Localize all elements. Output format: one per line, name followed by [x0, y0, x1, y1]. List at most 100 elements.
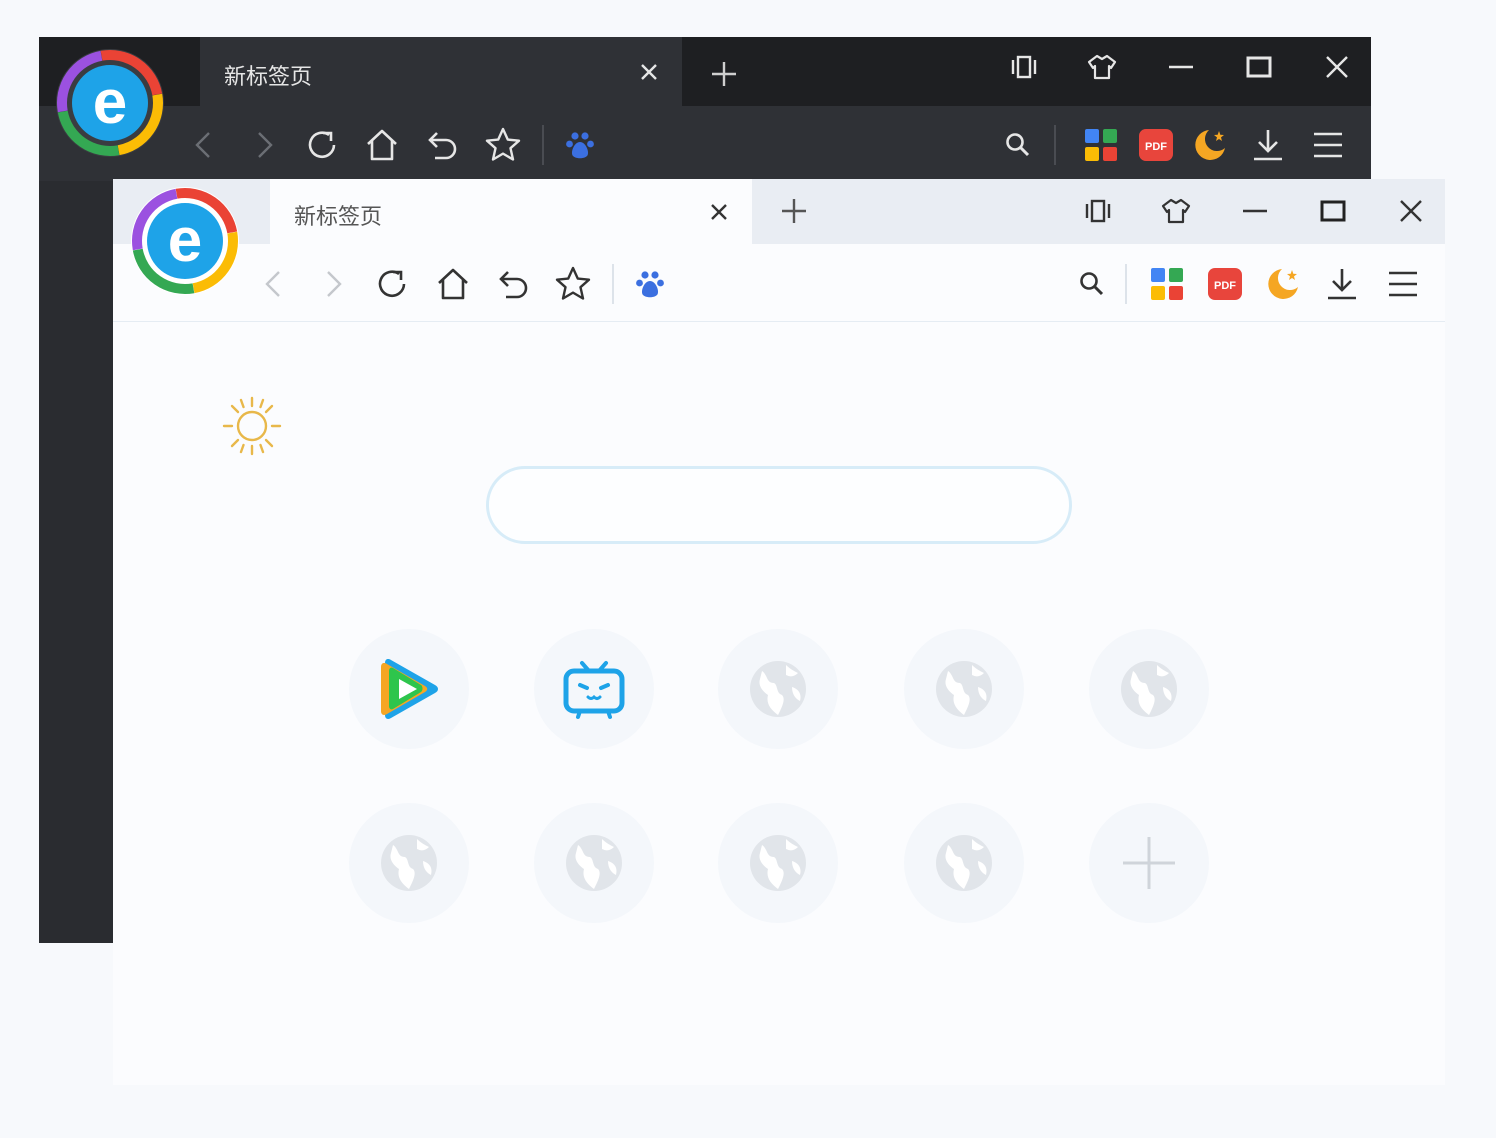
forward-icon	[327, 271, 342, 297]
bookmark-button[interactable]	[553, 264, 593, 304]
tile-site[interactable]	[904, 629, 1024, 749]
download-icon	[1328, 269, 1356, 300]
search-button[interactable]	[998, 125, 1038, 165]
night-mode-icon	[1268, 269, 1298, 299]
weather-widget[interactable]	[220, 394, 284, 458]
menu-icon	[1314, 132, 1342, 158]
refresh-button[interactable]	[302, 125, 342, 165]
tile-site[interactable]	[534, 803, 654, 923]
tile-site[interactable]	[349, 803, 469, 923]
svg-text:PDF: PDF	[1145, 141, 1167, 153]
back-button[interactable]	[254, 264, 294, 304]
undo-button[interactable]	[494, 264, 534, 304]
globe-icon	[936, 661, 992, 717]
home-button[interactable]	[362, 125, 402, 165]
menu-button[interactable]	[1308, 125, 1348, 165]
globe-icon	[566, 835, 622, 891]
baidu-button[interactable]	[630, 264, 670, 304]
tab-title: 新标签页	[224, 64, 313, 89]
fullscreen-icon[interactable]	[1008, 51, 1040, 83]
toolbar-divider	[542, 125, 544, 165]
download-icon	[1254, 130, 1282, 161]
baidu-paw-icon	[566, 132, 594, 159]
back-icon	[195, 132, 210, 158]
tile-site[interactable]	[718, 803, 838, 923]
globe-icon	[750, 835, 806, 891]
baidu-paw-icon	[636, 271, 664, 298]
sun-icon	[222, 396, 282, 456]
tencent-video-icon	[381, 659, 438, 719]
night-mode-button[interactable]	[1190, 125, 1230, 165]
toolbar-divider	[1054, 125, 1056, 165]
star-icon	[555, 266, 591, 300]
pdf-button[interactable]: PDF	[1205, 264, 1245, 304]
browser-logo[interactable]: e	[131, 187, 239, 295]
minimize-icon[interactable]	[1165, 51, 1197, 83]
globe-icon	[1121, 661, 1177, 717]
globe-icon	[750, 661, 806, 717]
refresh-button[interactable]	[372, 264, 412, 304]
tile-bilibili[interactable]	[534, 629, 654, 749]
plus-icon[interactable]	[779, 196, 809, 226]
menu-icon	[1389, 271, 1417, 297]
bookmark-button[interactable]	[483, 125, 523, 165]
search-input[interactable]	[489, 469, 1069, 541]
pdf-icon: PDF	[1139, 129, 1173, 161]
apps-icon	[1151, 268, 1183, 300]
dark-tab-new-tab[interactable]: 新标签页	[200, 37, 682, 106]
browser-logo[interactable]: e	[56, 49, 164, 157]
close-icon[interactable]	[638, 61, 660, 83]
night-mode-icon	[1195, 130, 1225, 160]
svg-text:e: e	[168, 206, 202, 275]
night-mode-button[interactable]	[1263, 264, 1303, 304]
tile-site[interactable]	[904, 803, 1024, 923]
download-button[interactable]	[1248, 125, 1288, 165]
apps-button[interactable]	[1147, 264, 1187, 304]
toolbar-divider	[612, 264, 614, 304]
add-tile-icon	[1123, 837, 1175, 889]
close-icon[interactable]	[1321, 51, 1353, 83]
forward-button[interactable]	[313, 264, 353, 304]
toolbar-divider	[1125, 264, 1127, 304]
search-button[interactable]	[1072, 264, 1112, 304]
back-button[interactable]	[184, 125, 224, 165]
skin-icon[interactable]	[1086, 51, 1118, 83]
back-icon	[265, 271, 280, 297]
plus-icon[interactable]	[709, 59, 739, 89]
pdf-button[interactable]: PDF	[1136, 125, 1176, 165]
refresh-icon	[378, 270, 406, 298]
svg-text:PDF: PDF	[1214, 280, 1236, 292]
home-button[interactable]	[433, 264, 473, 304]
bilibili-icon	[563, 661, 625, 719]
home-icon	[438, 268, 468, 300]
add-tile-button[interactable]	[1089, 803, 1209, 923]
download-button[interactable]	[1322, 264, 1362, 304]
browser-logo-icon: e	[132, 187, 238, 294]
apps-button[interactable]	[1081, 125, 1121, 165]
tile-site[interactable]	[718, 629, 838, 749]
minimize-icon[interactable]	[1239, 195, 1271, 227]
undo-button[interactable]	[423, 125, 463, 165]
tile-tencent-video[interactable]	[349, 629, 469, 749]
light-toolbar: PDF	[113, 244, 1445, 322]
menu-button[interactable]	[1383, 264, 1423, 304]
search-bar[interactable]	[486, 466, 1072, 544]
light-browser-window: 新标签页 PDF e	[113, 179, 1445, 1085]
dark-window-content	[39, 181, 113, 943]
star-icon	[485, 127, 521, 161]
close-icon[interactable]	[1395, 195, 1427, 227]
tile-site[interactable]	[1089, 629, 1209, 749]
undo-icon	[499, 271, 528, 299]
fullscreen-icon[interactable]	[1082, 195, 1114, 227]
baidu-button[interactable]	[560, 125, 600, 165]
pdf-icon: PDF	[1208, 268, 1242, 300]
maximize-icon[interactable]	[1317, 195, 1349, 227]
light-tab-new-tab[interactable]: 新标签页	[270, 179, 752, 244]
skin-icon[interactable]	[1160, 195, 1192, 227]
refresh-icon	[308, 131, 336, 159]
light-tab-bar: 新标签页	[113, 179, 1445, 244]
maximize-icon[interactable]	[1243, 51, 1275, 83]
close-icon[interactable]	[708, 201, 730, 223]
svg-text:e: e	[93, 68, 127, 137]
forward-button[interactable]	[244, 125, 284, 165]
